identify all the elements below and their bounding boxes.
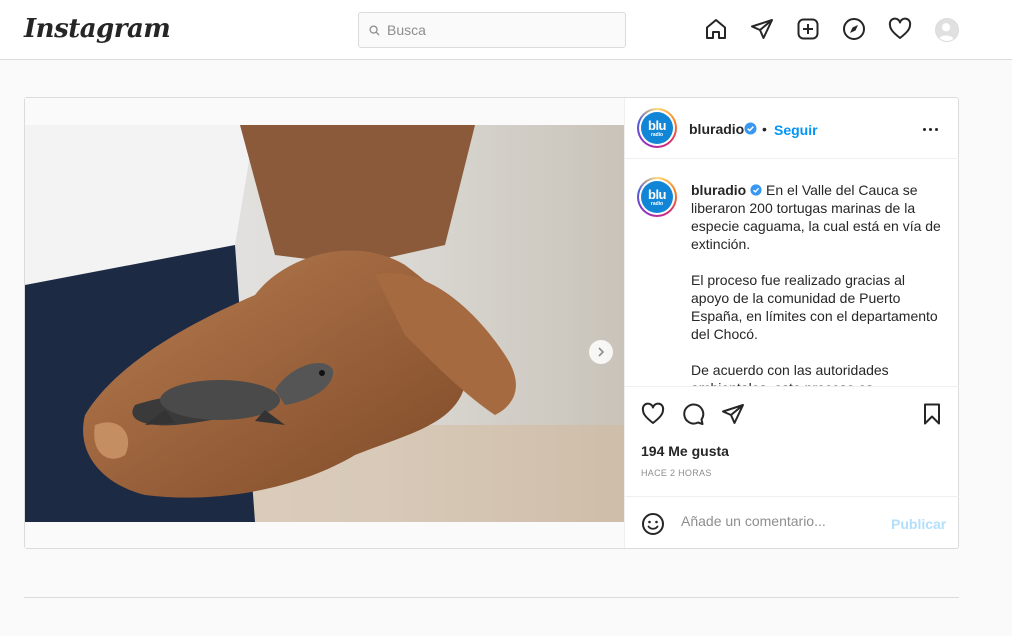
search-input[interactable] bbox=[387, 22, 607, 38]
verified-badge-icon bbox=[750, 184, 762, 196]
caption-username[interactable]: bluradio bbox=[691, 182, 746, 198]
more-options-icon[interactable] bbox=[921, 120, 939, 138]
chevron-right-icon bbox=[598, 347, 605, 357]
caption-paragraph: El proceso fue realizado gracias al apoy… bbox=[691, 272, 938, 342]
main-nav bbox=[704, 17, 934, 43]
explore-compass-icon[interactable] bbox=[842, 17, 868, 43]
follow-button[interactable]: Seguir bbox=[774, 122, 818, 138]
save-bookmark-icon[interactable] bbox=[920, 402, 944, 426]
post-sidebar: blu radio bluradio • Seguir blu radio blur… bbox=[624, 98, 959, 548]
direct-send-icon[interactable] bbox=[750, 17, 776, 43]
home-icon[interactable] bbox=[704, 17, 730, 43]
instagram-logo[interactable]: Instagram bbox=[24, 14, 171, 44]
post-caption: bluradio En el Valle del Cauca se libera… bbox=[691, 181, 947, 386]
caption-paragraph: De acuerdo con las autoridades ambiental… bbox=[691, 362, 889, 386]
verified-badge-icon bbox=[744, 122, 757, 135]
search-box[interactable] bbox=[358, 12, 626, 48]
post-photo[interactable] bbox=[25, 125, 624, 522]
publish-button[interactable]: Publicar bbox=[891, 516, 946, 532]
post-media bbox=[25, 98, 624, 548]
top-navigation-bar: Instagram bbox=[0, 0, 1012, 60]
emoji-icon[interactable] bbox=[641, 512, 665, 536]
post-timestamp[interactable]: HACE 2 HORAS bbox=[641, 468, 712, 478]
comment-input[interactable] bbox=[681, 513, 881, 529]
feed-divider bbox=[24, 597, 959, 598]
account-avatar[interactable]: blu radio bbox=[637, 108, 677, 148]
comment-icon[interactable] bbox=[681, 402, 705, 426]
caption-area: blu radio bluradio En el Valle del Cauca … bbox=[625, 160, 959, 386]
carousel-next-button[interactable] bbox=[589, 340, 613, 364]
post-actions: 194 Me gusta HACE 2 HORAS bbox=[625, 386, 959, 496]
post-card: blu radio bluradio • Seguir blu radio blur… bbox=[24, 97, 959, 549]
account-username[interactable]: bluradio bbox=[689, 121, 744, 137]
share-send-icon[interactable] bbox=[721, 402, 745, 426]
like-heart-icon[interactable] bbox=[641, 402, 665, 426]
new-post-icon[interactable] bbox=[796, 17, 822, 43]
add-comment-bar: Publicar bbox=[625, 496, 959, 548]
post-header: blu radio bluradio • Seguir bbox=[625, 98, 959, 159]
search-icon bbox=[369, 24, 380, 36]
activity-heart-icon[interactable] bbox=[888, 17, 914, 43]
like-count[interactable]: 194 Me gusta bbox=[641, 443, 729, 459]
separator-dot: • bbox=[762, 121, 767, 137]
caption-avatar[interactable]: blu radio bbox=[637, 177, 677, 217]
profile-avatar[interactable] bbox=[935, 18, 959, 42]
